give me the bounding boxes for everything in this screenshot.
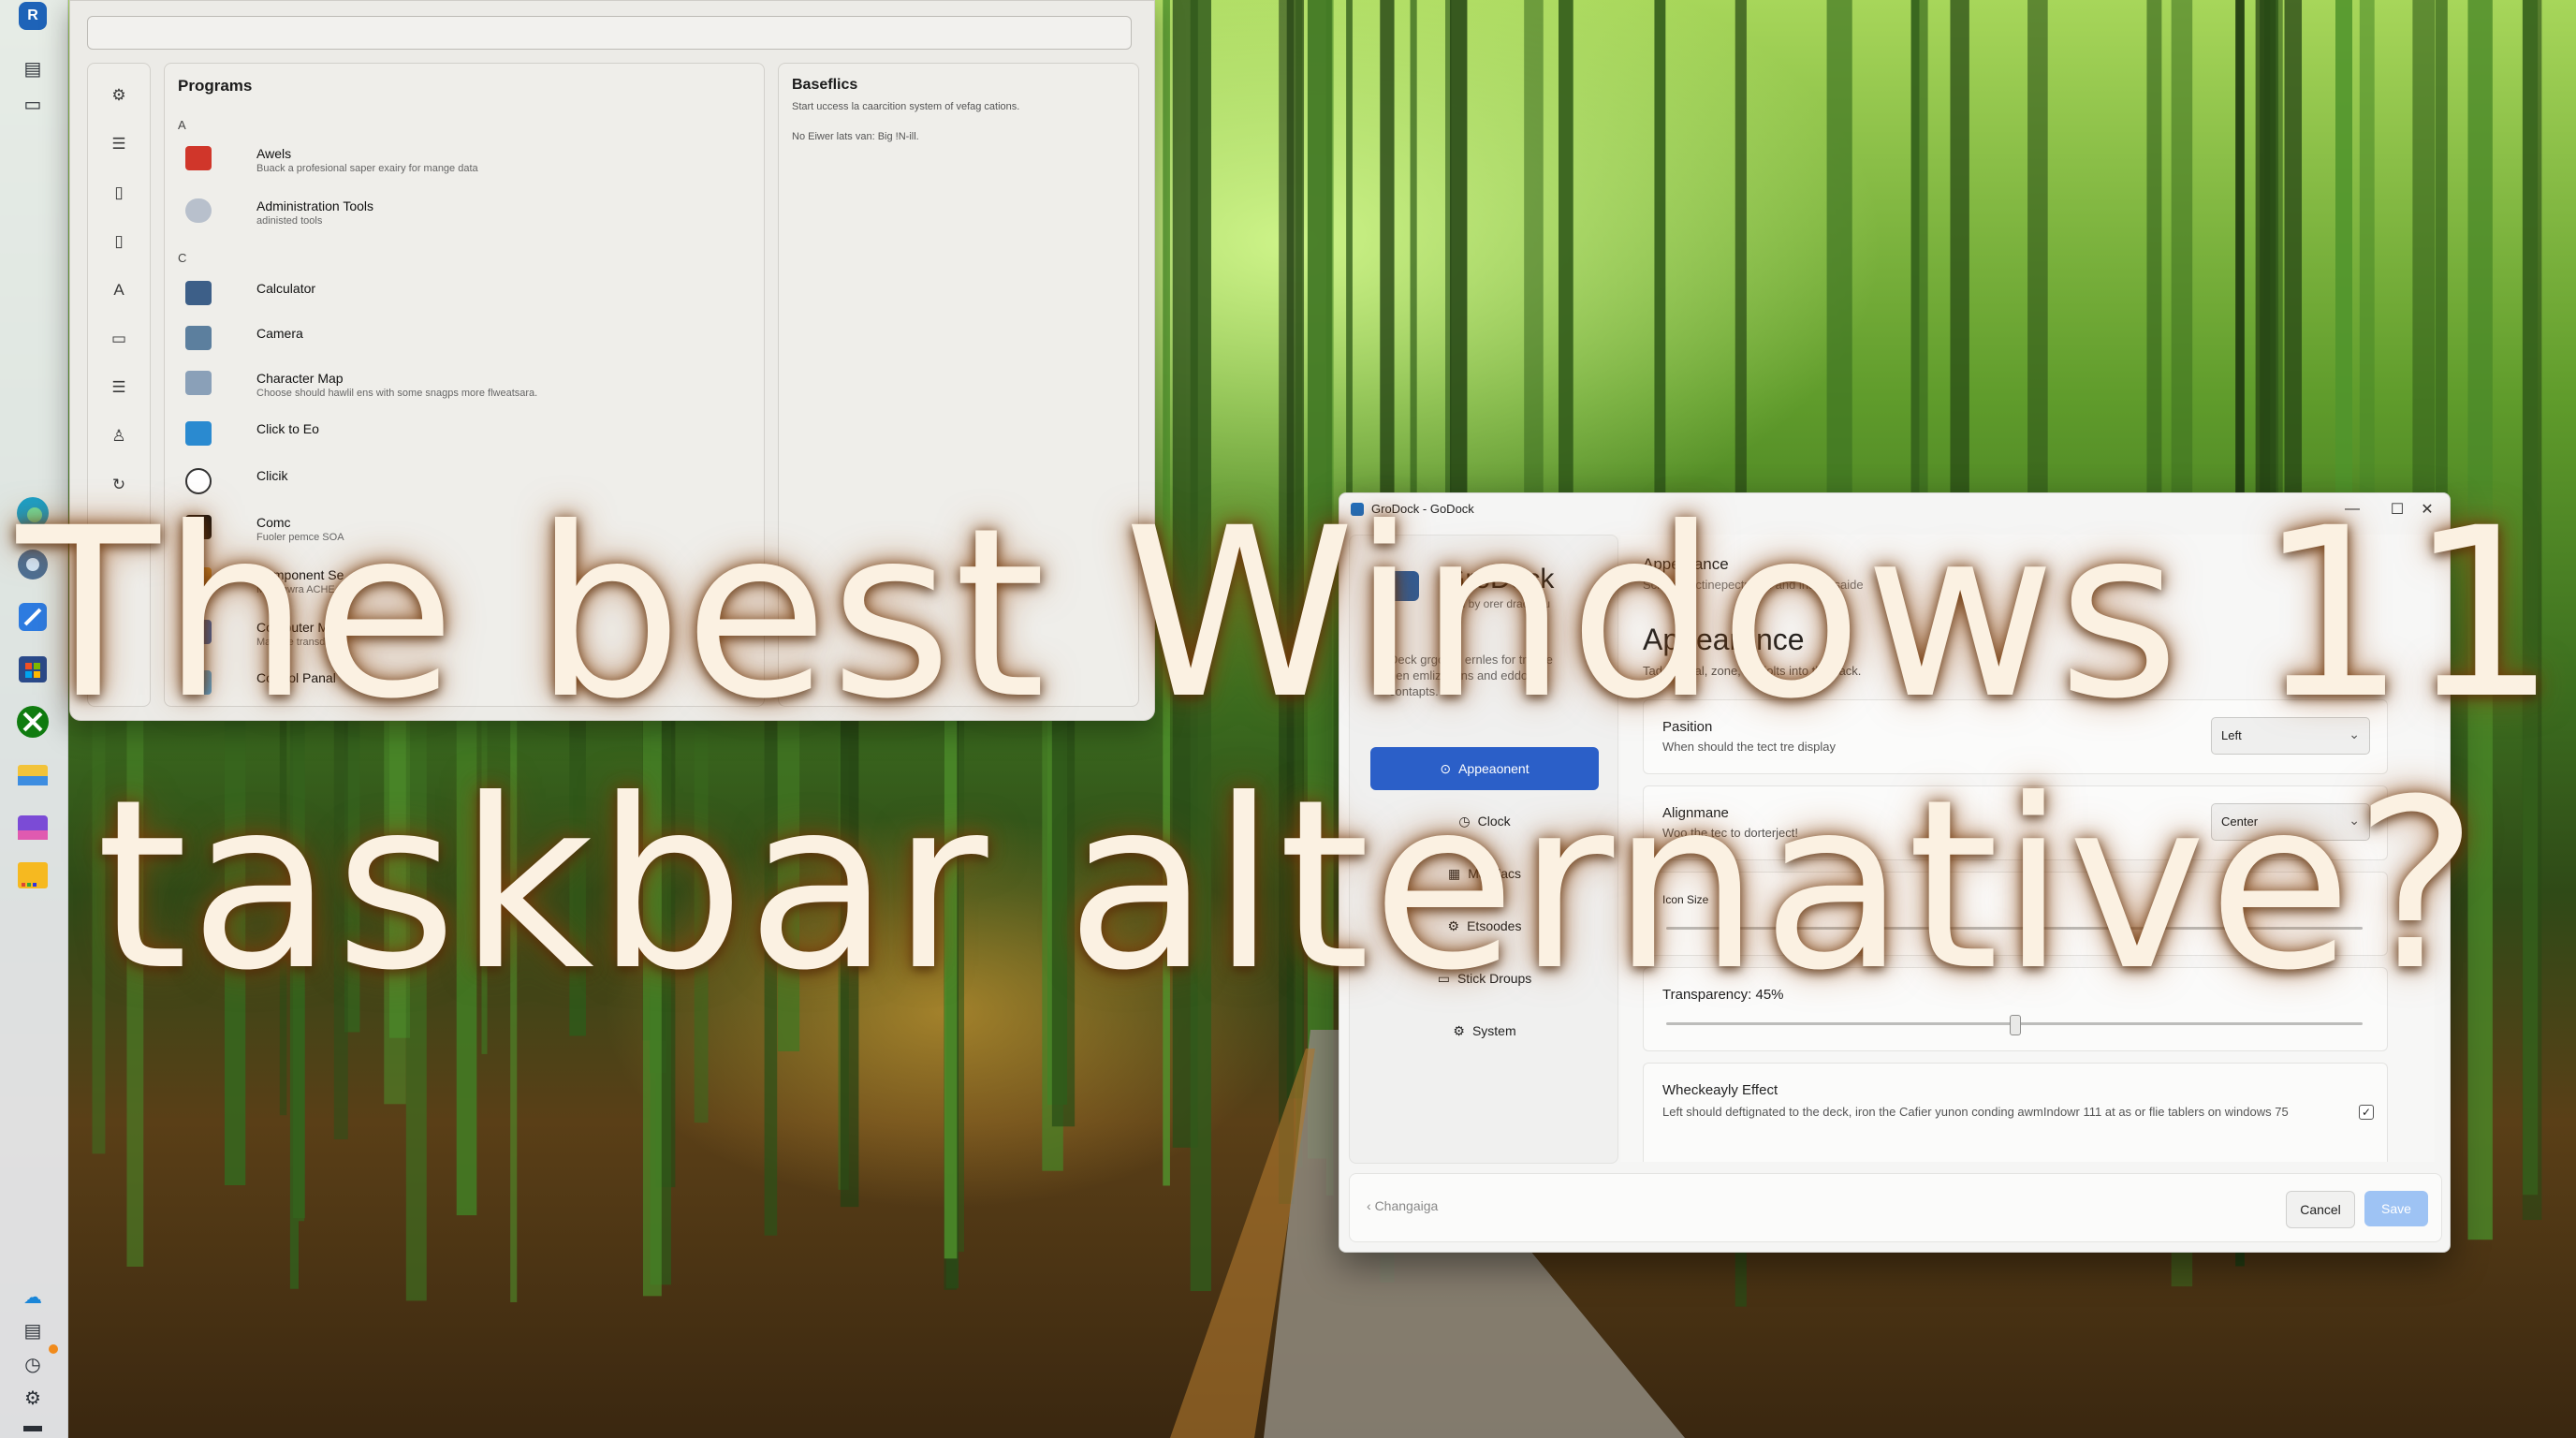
detail-text: No Eiwer lats van: Big !N-ill. xyxy=(792,131,919,142)
headline-line-2: taskbar alternative? xyxy=(95,749,2481,1021)
chevron-left-icon: ‹ xyxy=(1367,1198,1375,1213)
search-input[interactable] xyxy=(87,16,1132,50)
app-logo-icon[interactable]: R xyxy=(19,2,47,30)
headline-line-1: The best Windows 11 xyxy=(16,477,2560,750)
list-item[interactable]: Calculator xyxy=(185,277,747,320)
section-letter: A xyxy=(178,118,186,132)
nav-label: System xyxy=(1471,1023,1516,1038)
history-icon[interactable]: ◷ xyxy=(21,1352,45,1376)
cancel-button[interactable]: Cancel xyxy=(2286,1191,2355,1228)
item-name: Click to Eo xyxy=(256,421,319,436)
list-icon[interactable]: ☰ xyxy=(108,133,130,155)
menu-icon[interactable]: ▬ xyxy=(21,1414,45,1438)
notification-dot xyxy=(49,1344,58,1354)
phone-icon[interactable]: ▯ xyxy=(108,182,130,204)
settings-footer: ‹ Changaiga Cancel Save xyxy=(1349,1173,2442,1242)
effect-checkbox[interactable]: ✓ xyxy=(2359,1105,2374,1120)
effect-desc: Left should deftignated to the deck, iro… xyxy=(1662,1105,2289,1119)
detail-title: Baseflics xyxy=(792,77,858,93)
item-name: Awels xyxy=(256,146,292,161)
system-gear-icon: ⚙ xyxy=(1453,1022,1465,1038)
notepad-icon[interactable]: ▤ xyxy=(21,1318,45,1343)
list-item[interactable]: Administration Tools adinisted tools xyxy=(185,195,747,238)
item-desc: Buack a profesional saper exairy for man… xyxy=(256,163,478,174)
person-icon[interactable]: ♙ xyxy=(108,425,130,448)
item-name: Character Map xyxy=(256,371,344,386)
detail-text: Start uccess la caarcition system of vef… xyxy=(792,101,1020,112)
character-map-icon xyxy=(185,371,212,395)
document-icon[interactable]: ▯ xyxy=(108,230,130,253)
admin-tools-icon xyxy=(185,198,212,223)
storage-icon[interactable]: ☰ xyxy=(108,376,130,399)
gamepad-icon[interactable]: ▭ xyxy=(108,328,130,350)
gear-icon[interactable]: ⚙ xyxy=(108,84,130,107)
control-icon[interactable]: ⚙ xyxy=(21,1386,45,1410)
list-item[interactable]: Click to Eo xyxy=(185,418,747,461)
item-name: Administration Tools xyxy=(256,198,374,213)
widgets-icon[interactable]: ▤ xyxy=(21,56,45,81)
item-desc: Choose should hawlil ens with some snagp… xyxy=(256,388,538,399)
calculator-icon xyxy=(185,281,212,305)
effect-title: Wheckeayly Effect xyxy=(1662,1082,1778,1098)
list-item[interactable]: Camera xyxy=(185,322,747,365)
effect-card: Wheckeayly Effect Left should deftignate… xyxy=(1643,1063,2388,1162)
list-item[interactable]: Character Map Choose should hawlil ens w… xyxy=(185,367,747,410)
file-explorer-icon[interactable]: ▭ xyxy=(21,92,45,116)
click-to-do-icon xyxy=(185,421,212,446)
programs-title: Programs xyxy=(178,77,253,95)
breadcrumb-label: Changaiga xyxy=(1374,1198,1439,1213)
section-letter: C xyxy=(178,251,187,265)
item-name: Calculator xyxy=(256,281,316,296)
save-button[interactable]: Save xyxy=(2364,1191,2428,1226)
item-desc: adinisted tools xyxy=(256,215,323,227)
list-item[interactable]: Awels Buack a profesional saper exairy f… xyxy=(185,142,747,185)
office-red-icon xyxy=(185,146,212,170)
onedrive-icon[interactable]: ☁ xyxy=(21,1284,45,1309)
breadcrumb[interactable]: ‹ Changaiga xyxy=(1367,1198,1438,1213)
font-icon[interactable]: A xyxy=(108,279,130,301)
camera-icon xyxy=(185,326,212,350)
item-name: Camera xyxy=(256,326,303,341)
